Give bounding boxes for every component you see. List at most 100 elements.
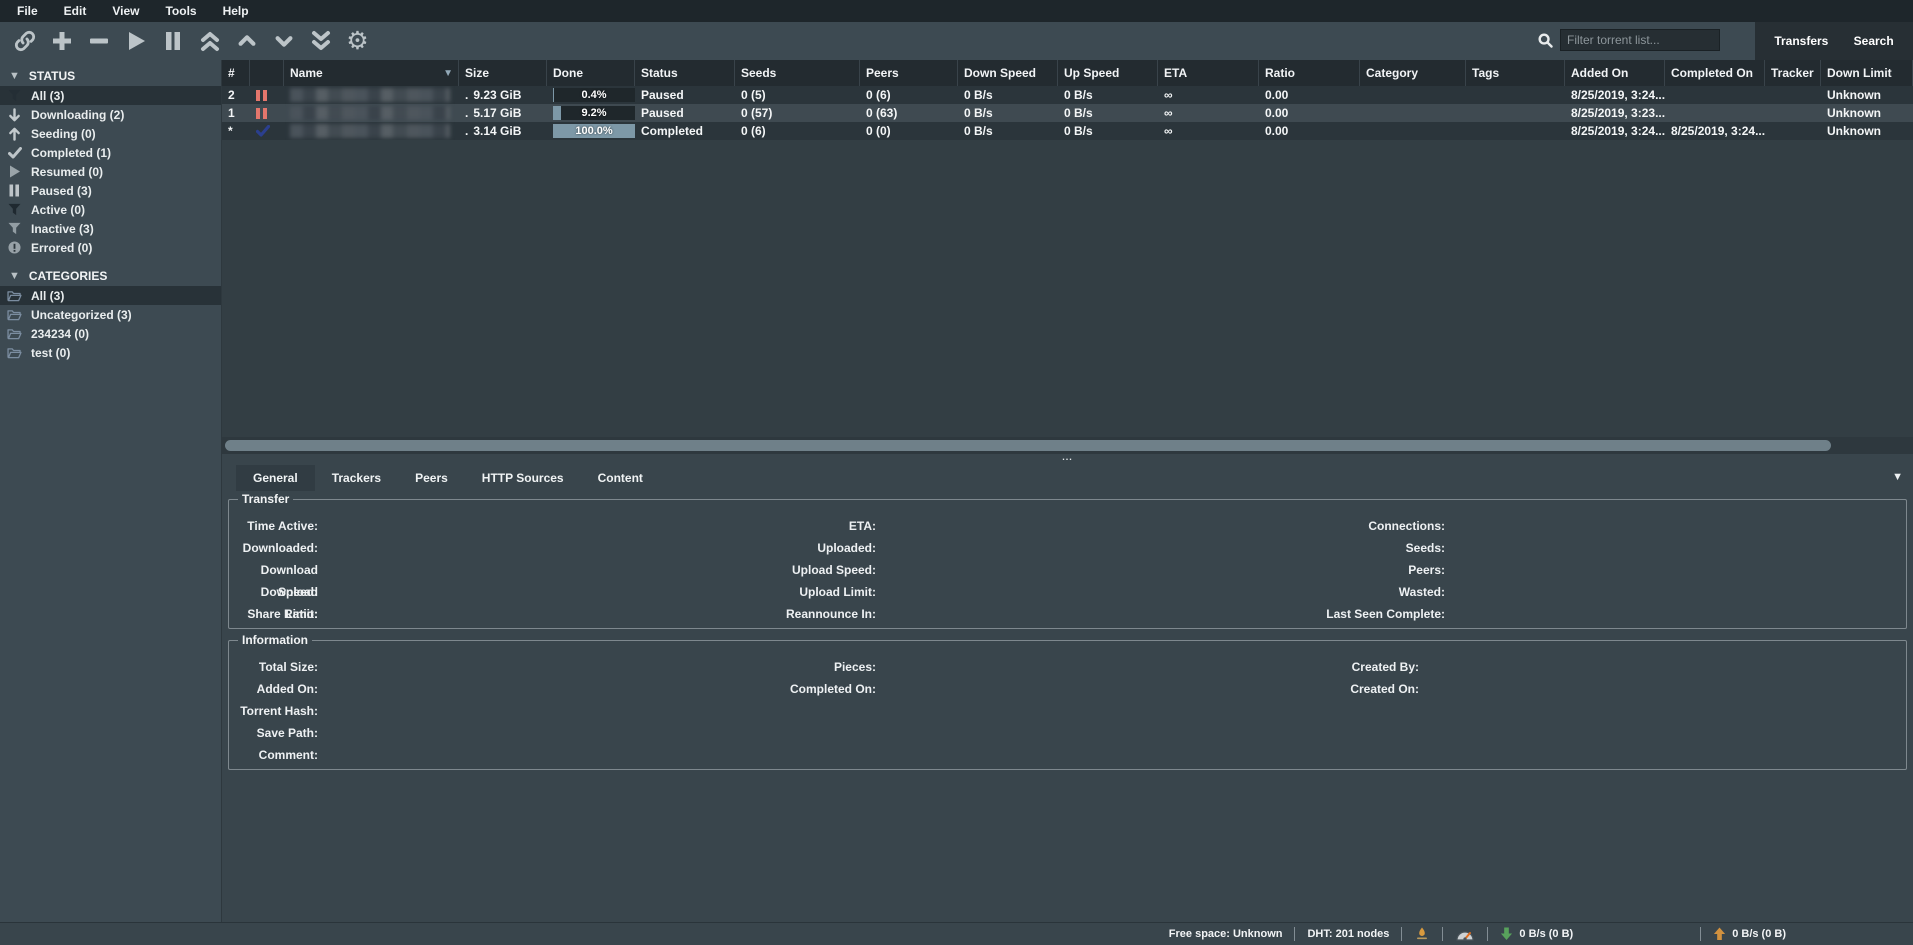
global-download-speed[interactable]: 0 B/s (0 B) (1500, 927, 1573, 941)
tab-trackers[interactable]: Trackers (315, 465, 398, 491)
gear-icon: ⚙ (346, 29, 368, 54)
cell-down-limit: Unknown (1821, 122, 1913, 140)
column-header-down-limit[interactable]: Down Limit (1821, 60, 1913, 86)
tab-http-sources[interactable]: HTTP Sources (465, 465, 581, 491)
menu-view[interactable]: View (99, 0, 152, 22)
sidebar-item-paused[interactable]: Paused (3) (0, 181, 221, 200)
column-header-peers[interactable]: Peers (860, 60, 958, 86)
sort-desc-icon: ▼ (443, 68, 453, 79)
column-header-name[interactable]: Name ▼ (284, 60, 459, 86)
categories-section-header[interactable]: ▼ CATEGORIES (0, 266, 221, 286)
column-label: Name (290, 66, 323, 80)
link-icon (12, 28, 38, 54)
tab-peers[interactable]: Peers (398, 465, 465, 491)
sidebar-category-uncategorized[interactable]: Uncategorized (3) (0, 305, 221, 324)
menu-file[interactable]: File (4, 0, 51, 22)
column-header-size[interactable]: Size (459, 60, 547, 86)
folder-icon (7, 328, 22, 340)
sidebar-item-inactive[interactable]: Inactive (3) (0, 219, 221, 238)
cell-ratio: 0.00 (1259, 86, 1360, 104)
move-up-button[interactable] (228, 25, 265, 57)
divider (1442, 927, 1443, 941)
column-header-eta[interactable]: ETA (1158, 60, 1259, 86)
menu-tools[interactable]: Tools (152, 0, 209, 22)
sidebar-item-active[interactable]: Active (0) (0, 200, 221, 219)
down-arrow-icon (1500, 927, 1513, 941)
table-row[interactable]: * . 3.14 GiB 100.0% Completed 0 (6) 0 (0… (222, 122, 1913, 140)
resume-button[interactable] (117, 25, 154, 57)
sidebar-item-resumed[interactable]: Resumed (0) (0, 162, 221, 181)
cell-up-speed: 0 B/s (1058, 86, 1158, 104)
connection-status-icon[interactable] (1414, 926, 1430, 942)
sidebar-category-234234[interactable]: 234234 (0) (0, 324, 221, 343)
cell-peers: 0 (0) (860, 122, 958, 140)
tab-search[interactable]: Search (1848, 30, 1900, 52)
column-header-number[interactable]: # (222, 60, 250, 86)
blurred-torrent-name (290, 106, 450, 120)
move-top-button[interactable] (191, 25, 228, 57)
options-button[interactable]: ⚙ (339, 25, 376, 57)
column-header-seeds[interactable]: Seeds (735, 60, 860, 86)
alt-speed-limits-icon[interactable] (1455, 927, 1475, 942)
cell-up-speed: 0 B/s (1058, 122, 1158, 140)
filter-sidebar: ▼ STATUS All (3) Downloading (2) Seeding… (0, 60, 222, 922)
column-header-tracker[interactable]: Tracker (1765, 60, 1821, 86)
column-header-completed-on[interactable]: Completed On (1665, 60, 1765, 86)
label-created-on: Created On: (1219, 678, 1419, 700)
label-downloaded: Downloaded: (229, 537, 318, 559)
sidebar-item-completed[interactable]: Completed (1) (0, 143, 221, 162)
add-torrent-link-button[interactable] (6, 25, 43, 57)
dht-nodes-label: DHT: 201 nodes (1307, 928, 1389, 940)
move-down-button[interactable] (265, 25, 302, 57)
filter-torrent-input[interactable] (1560, 29, 1720, 51)
sidebar-category-all[interactable]: All (3) (0, 286, 221, 305)
status-section-header[interactable]: ▼ STATUS (0, 66, 221, 86)
sidebar-category-test[interactable]: test (0) (0, 343, 221, 362)
table-row[interactable]: 2 . 9.23 GiB 0.4% Paused 0 (5) 0 (6) 0 B… (222, 86, 1913, 104)
global-upload-speed[interactable]: 0 B/s (0 B) (1713, 927, 1786, 941)
column-header-added-on[interactable]: Added On (1565, 60, 1665, 86)
column-header-state-icon[interactable] (250, 60, 284, 86)
sidebar-item-all[interactable]: All (3) (0, 86, 221, 105)
panel-splitter[interactable]: ... (222, 454, 1913, 463)
status-bar: Free space: Unknown DHT: 201 nodes 0 B/s… (0, 922, 1913, 945)
column-header-category[interactable]: Category (1360, 60, 1466, 86)
funnel-icon (7, 89, 22, 102)
scrollbar-thumb[interactable] (225, 440, 1831, 451)
details-tabs: General Trackers Peers HTTP Sources Cont… (222, 463, 1913, 493)
pause-icon (256, 108, 267, 119)
cell-tracker (1765, 86, 1821, 104)
column-header-tags[interactable]: Tags (1466, 60, 1565, 86)
label-download-limit: Download Limit: (229, 581, 318, 603)
add-torrent-file-button[interactable] (43, 25, 80, 57)
pause-button[interactable] (154, 25, 191, 57)
chevron-up-icon (236, 30, 258, 52)
menu-help[interactable]: Help (210, 0, 262, 22)
splitter-handle[interactable]: ... (1062, 452, 1073, 462)
sidebar-item-seeding[interactable]: Seeding (0) (0, 124, 221, 143)
collapse-panel-icon[interactable]: ▼ (1892, 471, 1903, 483)
folder-icon (7, 347, 22, 359)
delete-torrent-button[interactable] (80, 25, 117, 57)
sidebar-item-errored[interactable]: Errored (0) (0, 238, 221, 257)
categories-section-title: CATEGORIES (29, 269, 107, 283)
table-header: # Name ▼ Size Done Status Seeds Peers Do… (222, 60, 1913, 86)
column-header-ratio[interactable]: Ratio (1259, 60, 1360, 86)
torrent-filter (1537, 29, 1720, 51)
pause-icon (161, 29, 185, 53)
cell-category (1360, 104, 1466, 122)
status-section-title: STATUS (29, 69, 75, 83)
column-header-status[interactable]: Status (635, 60, 735, 86)
tab-general[interactable]: General (236, 465, 315, 491)
tab-transfers[interactable]: Transfers (1768, 30, 1834, 52)
label-time-active: Time Active: (229, 515, 318, 537)
menu-edit[interactable]: Edit (51, 0, 100, 22)
column-header-done[interactable]: Done (547, 60, 635, 86)
information-labels-col3: Created By: Created On: (1219, 656, 1419, 700)
column-header-up-speed[interactable]: Up Speed (1058, 60, 1158, 86)
move-bottom-button[interactable] (302, 25, 339, 57)
column-header-down-speed[interactable]: Down Speed (958, 60, 1058, 86)
sidebar-item-downloading[interactable]: Downloading (2) (0, 105, 221, 124)
tab-content[interactable]: Content (581, 465, 660, 491)
table-row[interactable]: 1 . 5.17 GiB 9.2% Paused 0 (57) 0 (63) 0… (222, 104, 1913, 122)
